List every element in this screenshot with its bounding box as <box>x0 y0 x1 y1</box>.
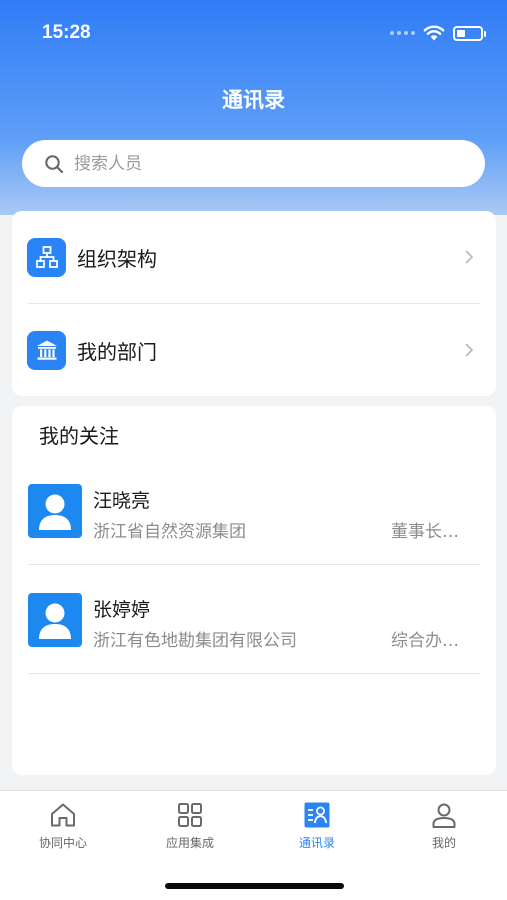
header: 15:28 通讯录 <box>0 0 507 215</box>
user-icon <box>432 803 456 828</box>
home-icon <box>51 803 75 827</box>
tab-contacts[interactable]: 通讯录 <box>254 791 380 861</box>
nav-item-label: 我的部门 <box>77 339 157 364</box>
tab-label: 通讯录 <box>298 836 335 850</box>
directory-nav-card: 组织架构 我的部门 <box>12 211 496 396</box>
chevron-right-icon <box>465 343 474 357</box>
nav-item-org-structure[interactable]: 组织架构 <box>12 211 496 303</box>
tab-label: 应用集成 <box>165 836 214 850</box>
section-title: 我的关注 <box>39 424 119 448</box>
org-chart-icon <box>27 237 66 277</box>
status-time: 15:28 <box>42 22 91 43</box>
contact-role: 董事长… <box>391 522 459 542</box>
nav-item-label: 组织架构 <box>77 246 157 271</box>
page-title: 通讯录 <box>222 88 285 112</box>
tab-label: 我的 <box>431 836 456 850</box>
signal-dots-icon <box>390 31 415 35</box>
tab-bar: 协同中心 应用集成 通讯录 我的 <box>0 790 507 900</box>
tab-label: 协同中心 <box>38 836 87 850</box>
grid-icon <box>178 803 202 827</box>
tab-me[interactable]: 我的 <box>381 791 507 861</box>
status-icons <box>390 22 486 44</box>
chevron-right-icon <box>465 250 474 264</box>
my-following-card: 我的关注 汪晓亮 浙江省自然资源集团 董事长… 张婷婷 浙江有色地勘集团有限公司… <box>12 406 496 775</box>
nav-item-my-department[interactable]: 我的部门 <box>12 304 496 396</box>
contact-role: 综合办… <box>391 631 459 651</box>
divider <box>28 673 480 674</box>
search-icon <box>45 154 64 173</box>
search-bar[interactable] <box>22 140 485 187</box>
divider <box>28 564 480 565</box>
person-icon <box>39 494 71 530</box>
contact-org: 浙江有色地勘集团有限公司 <box>93 631 297 651</box>
avatar <box>28 593 82 647</box>
tab-app-integration[interactable]: 应用集成 <box>127 791 253 861</box>
wifi-icon <box>423 25 445 41</box>
home-indicator <box>165 883 344 889</box>
contact-org: 浙江省自然资源集团 <box>93 522 246 542</box>
search-input[interactable] <box>74 153 434 174</box>
contact-item[interactable]: 张婷婷 浙江有色地勘集团有限公司 综合办… <box>12 575 496 683</box>
avatar <box>28 484 82 538</box>
building-icon <box>27 330 66 370</box>
contact-name: 张婷婷 <box>93 599 151 621</box>
tab-collaboration-center[interactable]: 协同中心 <box>0 791 126 861</box>
contact-name: 汪晓亮 <box>93 490 151 512</box>
person-icon <box>39 603 71 639</box>
contacts-icon <box>304 802 330 828</box>
contact-item[interactable]: 汪晓亮 浙江省自然资源集团 董事长… <box>12 466 496 574</box>
battery-level <box>457 29 465 37</box>
battery-icon <box>453 25 486 41</box>
